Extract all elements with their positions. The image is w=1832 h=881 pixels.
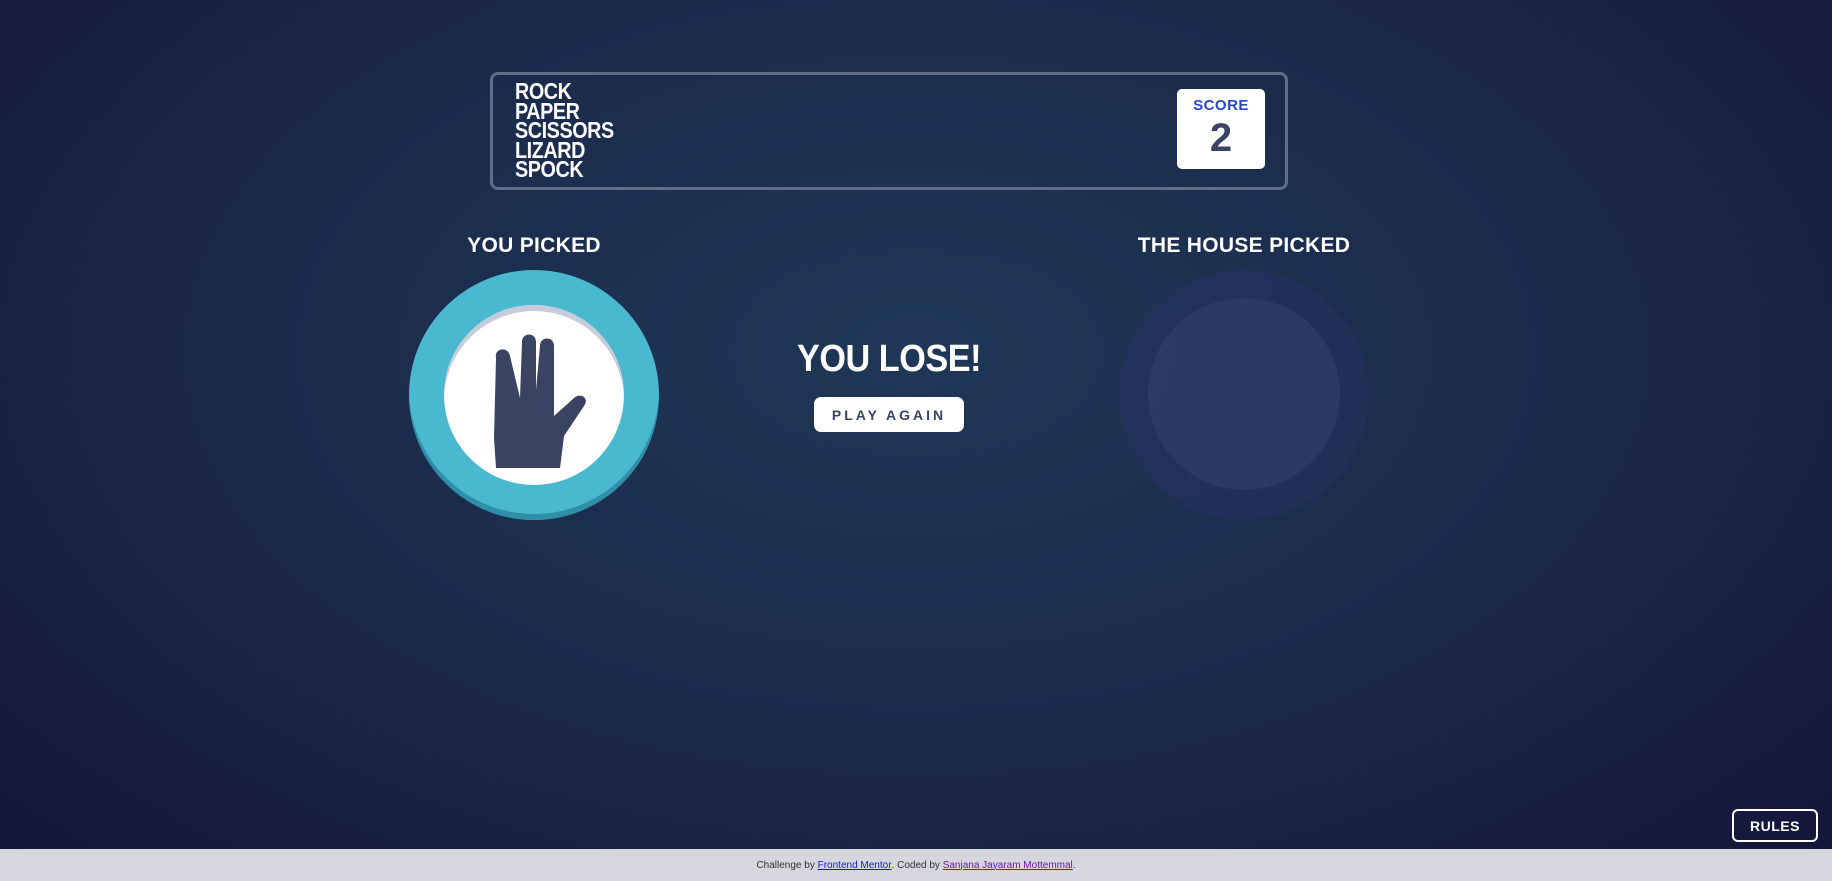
spock-hand-icon	[494, 334, 586, 468]
score-label: SCORE	[1193, 97, 1249, 114]
author-link[interactable]: Sanjana Jayaram Mottemmal	[943, 860, 1073, 871]
score-value: 2	[1209, 116, 1233, 160]
frontend-mentor-link[interactable]: Frontend Mentor	[818, 860, 892, 871]
house-picked-label: THE HOUSE PICKED	[1137, 234, 1351, 257]
you-picked-label: YOU PICKED	[467, 234, 601, 257]
footer-suffix: .	[1072, 859, 1076, 871]
player-token-face	[444, 305, 624, 485]
logo-line-spock: SPOCK	[515, 156, 584, 182]
footer-middle: . Coded by	[891, 859, 940, 871]
play-again-button[interactable]: PLAY AGAIN	[814, 397, 964, 432]
rules-button[interactable]: RULES	[1732, 809, 1818, 842]
attribution-footer: Challenge by Frontend Mentor. Coded by S…	[0, 849, 1832, 881]
result-text: YOU LOSE!	[796, 338, 982, 380]
score-box: SCORE 2	[1177, 89, 1265, 169]
result-panel: YOU LOSE! PLAY AGAIN	[764, 338, 1014, 432]
game-header: ROCK PAPER SCISSORS LIZARD SPOCK SCORE 2	[490, 72, 1288, 190]
house-token-placeholder-inner	[1148, 298, 1340, 490]
game-logo: ROCK PAPER SCISSORS LIZARD SPOCK	[515, 80, 630, 182]
house-token-placeholder	[1119, 270, 1369, 520]
footer-prefix: Challenge by	[756, 859, 815, 871]
player-token-spock	[409, 270, 659, 520]
